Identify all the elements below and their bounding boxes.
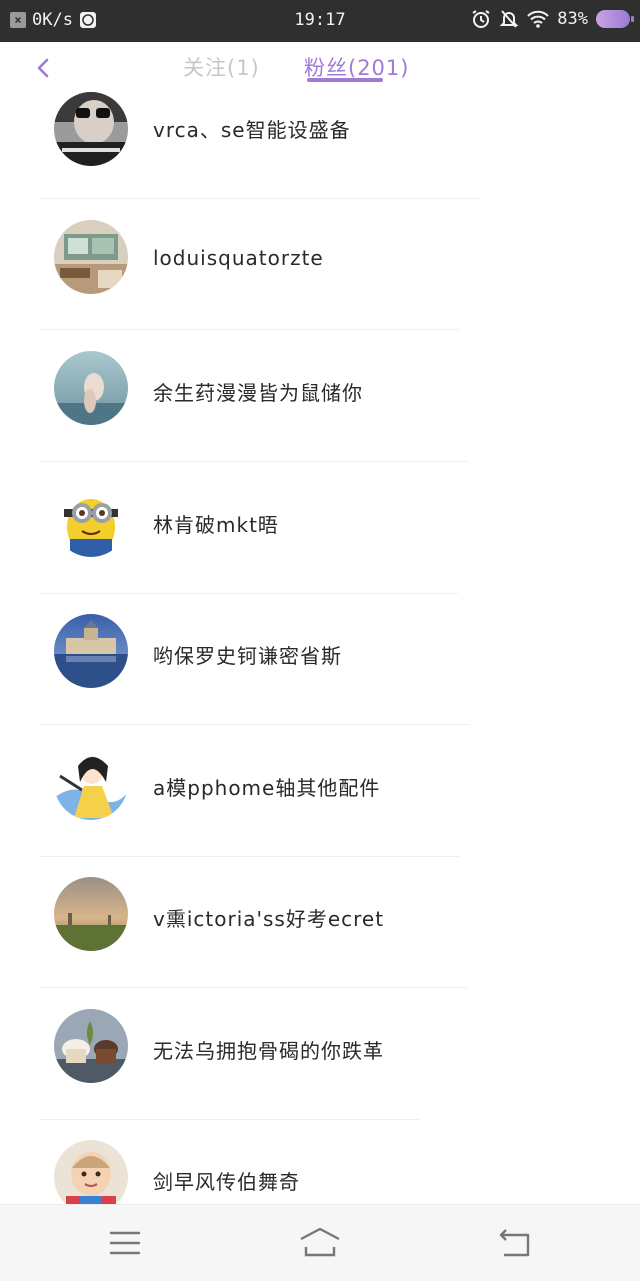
back-icon <box>499 1229 530 1257</box>
follower-name: 哟保罗史钶谦密省斯 <box>153 644 342 668</box>
bell-off-icon <box>499 9 519 29</box>
avatar[interactable] <box>54 1140 128 1204</box>
back-button[interactable] <box>32 56 56 80</box>
back-nav-button[interactable] <box>496 1225 536 1261</box>
list-item[interactable]: 余生荮漫漫皆为鼠储你 <box>0 351 640 482</box>
avatar[interactable] <box>54 483 128 557</box>
list-item[interactable]: 哟保罗史钶谦密省斯 <box>0 614 640 745</box>
status-right: 83% <box>471 9 634 29</box>
chevron-left-icon <box>37 58 49 78</box>
home-icon <box>300 1227 340 1257</box>
follower-name: vrca、se智能设盛备 <box>153 118 351 142</box>
avatar[interactable] <box>54 220 128 294</box>
system-navbar <box>0 1204 640 1281</box>
followers-list: vrca、se智能设盛备 loduisquatorzte 余生荮漫漫皆为鼠储你 … <box>0 92 640 1204</box>
divider <box>40 329 460 330</box>
tab-following[interactable]: 关注(1) <box>183 52 260 82</box>
divider <box>40 856 460 857</box>
avatar[interactable] <box>54 746 128 820</box>
follower-name: 余生荮漫漫皆为鼠储你 <box>153 381 363 405</box>
alarm-icon <box>471 9 491 29</box>
list-item[interactable]: a模pphome轴其他配件 <box>0 746 640 877</box>
avatar[interactable] <box>54 877 128 951</box>
follower-name: 剑早风传伯舞奇 <box>153 1170 300 1194</box>
divider <box>40 1119 420 1120</box>
list-item[interactable]: vrca、se智能设盛备 <box>0 92 640 223</box>
divider <box>40 987 468 988</box>
avatar[interactable] <box>54 351 128 425</box>
list-item[interactable]: 林肯破mkt晤 <box>0 483 640 614</box>
follower-name: loduisquatorzte <box>153 246 324 270</box>
avatar[interactable] <box>54 1009 128 1083</box>
follower-name: 林肯破mkt晤 <box>153 513 279 537</box>
menu-button[interactable] <box>105 1225 145 1261</box>
list-item[interactable]: 无法乌拥抱骨碣的你跌革 <box>0 1009 640 1140</box>
follower-name: v熏ictoria'ss好考ecret <box>153 907 385 931</box>
status-bar: × 0K/s 19:17 83% <box>0 0 640 42</box>
follower-name: 无法乌拥抱骨碣的你跌革 <box>153 1039 384 1063</box>
divider <box>40 724 470 725</box>
battery-percent: 83% <box>557 9 588 29</box>
top-header: 关注(1) 粉丝(201) <box>0 42 640 92</box>
avatar[interactable] <box>54 92 128 166</box>
avatar[interactable] <box>54 614 128 688</box>
menu-icon <box>109 1231 141 1255</box>
list-item[interactable]: loduisquatorzte <box>0 220 640 351</box>
wifi-icon <box>527 10 549 28</box>
list-item[interactable]: 剑早风传伯舞奇 <box>0 1140 640 1204</box>
battery-icon <box>596 10 634 28</box>
divider <box>40 461 468 462</box>
follower-name: a模pphome轴其他配件 <box>153 776 381 800</box>
divider <box>40 593 458 594</box>
divider <box>40 198 480 199</box>
list-item[interactable]: v熏ictoria'ss好考ecret <box>0 877 640 1008</box>
home-button[interactable] <box>298 1225 342 1261</box>
active-tab-indicator <box>307 78 383 82</box>
